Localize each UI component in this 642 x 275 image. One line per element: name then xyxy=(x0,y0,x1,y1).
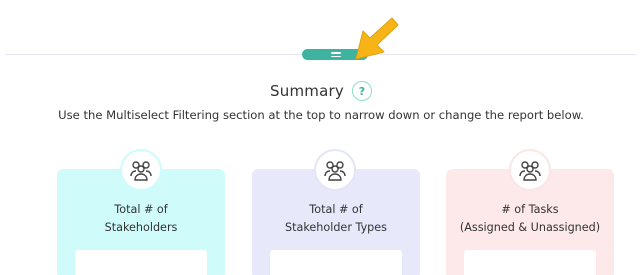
stat-card-label-line2: Stakeholder Types xyxy=(284,221,387,234)
stat-value-box xyxy=(464,250,596,275)
stat-value-box xyxy=(270,250,402,275)
help-icon[interactable]: ? xyxy=(351,81,372,101)
stat-card-label: Total # of Stakeholders xyxy=(57,201,225,237)
stat-card-label-line1: # of Tasks xyxy=(501,203,559,216)
people-group-icon xyxy=(120,149,162,191)
stat-card-label-line2: (Assigned & Unassigned) xyxy=(459,221,601,234)
stat-card-label-line2: Stakeholders xyxy=(104,221,178,234)
summary-title: Summary xyxy=(270,82,344,100)
people-group-icon xyxy=(509,149,551,191)
pointer-arrow-icon xyxy=(355,17,399,60)
people-group-icon xyxy=(314,149,356,191)
stat-value-box xyxy=(75,250,207,275)
stat-card-label: # of Tasks (Assigned & Unassigned) xyxy=(446,201,614,237)
stat-card-label-line1: Total # of xyxy=(114,203,168,216)
summary-header: Summary ? xyxy=(0,79,642,103)
stat-card-label: Total # of Stakeholder Types xyxy=(252,201,420,237)
stat-card-label-line1: Total # of xyxy=(309,203,363,216)
summary-subtitle: Use the Multiselect Filtering section at… xyxy=(58,108,584,122)
grip-lines-icon xyxy=(331,52,341,57)
